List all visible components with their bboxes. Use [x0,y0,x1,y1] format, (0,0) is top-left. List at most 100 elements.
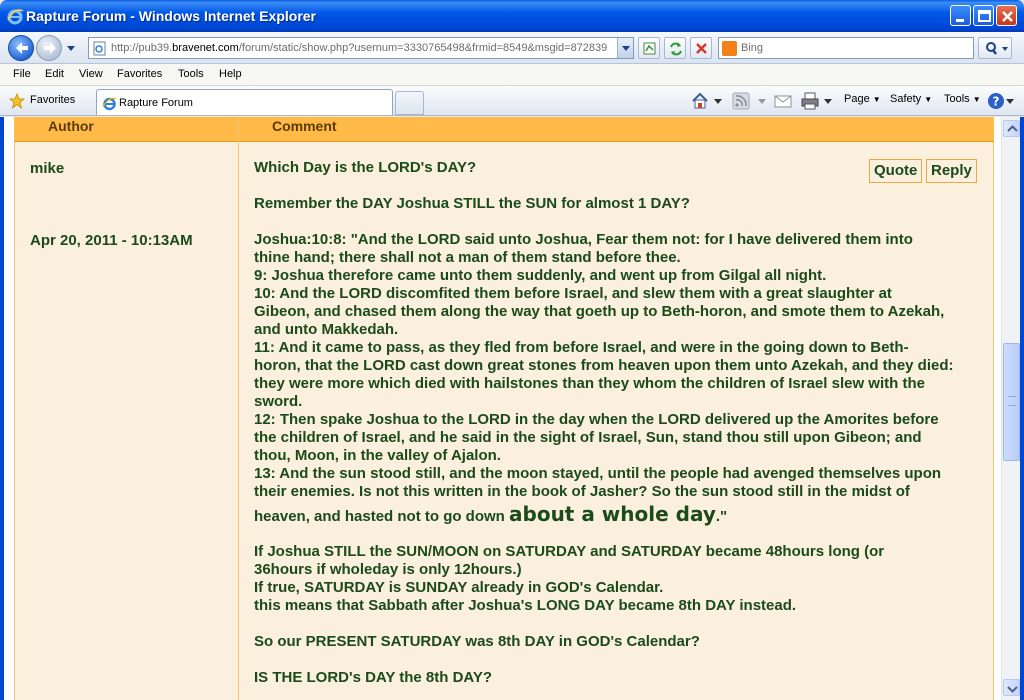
mail-icon[interactable] [774,93,792,109]
comment-column-header: Comment [272,118,337,134]
help-icon[interactable]: ? [987,92,1005,110]
tab-label: Rapture Forum [119,97,193,109]
address-dropdown[interactable] [617,38,633,58]
ie-icon [7,9,24,25]
emphasized-text: about a whole day [509,502,716,526]
post-line: heaven, and hasted not to go down about … [254,502,728,526]
stop-button[interactable] [690,37,712,59]
window-frame-left [0,117,4,700]
scroll-down-button[interactable] [1003,679,1020,696]
close-window-button[interactable] [996,5,1017,26]
post-line: this means that Sabbath after Joshua's L… [254,597,797,614]
help-dropdown-icon[interactable] [1006,97,1014,105]
search-button[interactable] [978,37,1012,59]
home-dropdown-icon[interactable] [714,97,722,105]
post-line: horon, that the LORD cast down great sto… [254,357,954,374]
favorites-button[interactable]: Favorites [30,94,75,106]
post-line: So our PRESENT SATURDAY was 8th DAY in G… [254,633,700,650]
post-line: 13: And the sun stood still, and the moo… [254,465,942,482]
title-bar[interactable]: Rapture Forum - Windows Internet Explore… [0,0,1024,32]
page-icon [93,41,106,56]
post-line: 12: Then spake Joshua to the LORD in the… [254,411,939,428]
page-viewport[interactable]: Author Comment mike Apr 20, 2011 - 10:13… [0,117,1024,700]
post-line: 36hours if wholeday is only 12hours.) [254,561,522,578]
post-subject: Which Day is the LORD's DAY? [254,159,477,176]
back-arrow-icon [16,42,28,54]
feeds-icon[interactable] [732,92,750,110]
minimize-icon [956,19,964,22]
post-line: thine hand; there shall not a man of the… [254,249,681,266]
forum-thread: Author Comment mike Apr 20, 2011 - 10:13… [14,117,994,700]
search-icon [986,42,1008,55]
back-button[interactable] [8,35,34,61]
history-dropdown-icon[interactable] [66,44,76,52]
post-line: thou, Moon, in the valley of Ajalon. [254,447,501,464]
vertical-scrollbar[interactable] [1001,117,1020,700]
window-title: Rapture Forum - Windows Internet Explore… [26,8,317,24]
chevron-down-icon [1007,686,1018,693]
post-line: Remember the DAY Joshua STILL the SUN fo… [254,195,690,212]
post-line: Gibeon, and chased them along the way th… [254,303,945,320]
post-line: IS THE LORD's DAY the 8th DAY? [254,669,493,686]
menu-view[interactable]: View [79,68,103,80]
menu-bar: File Edit View Favorites Tools Help [0,64,1024,86]
post-line: their enemies. Is not this written in th… [254,483,910,500]
maximize-icon [978,10,991,22]
post-line: Joshua:10:8: "And the LORD said unto Jos… [254,231,913,248]
column-divider [238,117,239,700]
stop-icon [696,43,707,54]
scroll-grip [1008,396,1016,406]
forward-arrow-icon [44,42,56,54]
safety-menu[interactable]: Safety ▼ [890,93,932,105]
ie-icon [102,97,117,111]
menu-tools[interactable]: Tools [178,68,204,80]
post-line: 9: Joshua therefore came unto them sudde… [254,267,827,284]
compatibility-icon [643,42,656,55]
page-menu[interactable]: Page ▼ [844,93,881,105]
tab-rapture-forum[interactable]: Rapture Forum [96,89,393,115]
menu-help[interactable]: Help [219,68,242,80]
feeds-dropdown-icon[interactable] [758,97,766,105]
url-text[interactable]: http://pub39.bravenet.com/forum/static/s… [111,42,611,54]
refresh-button[interactable] [664,37,686,59]
home-icon[interactable] [690,91,710,111]
chevron-down-icon [622,46,630,51]
post-line: they were more which died with hailstone… [254,375,925,392]
table-border-right [993,142,994,700]
compatibility-view-button[interactable] [638,37,660,59]
menu-favorites[interactable]: Favorites [117,68,162,80]
refresh-icon [670,42,682,56]
search-placeholder: Bing [741,42,764,54]
favorites-bar: Favorites Rapture Forum Page ▼ Safety ▼ To… [0,86,1024,116]
post-line: and unto Makkedah. [254,321,399,338]
favorites-star-icon[interactable] [9,93,25,109]
post-line: If Joshua STILL the SUN/MOON on SATURDAY… [254,543,885,560]
window-frame-right [1020,117,1024,700]
post-line: 10: And the LORD discomfited them before… [254,285,892,302]
bing-icon [722,41,737,56]
search-box[interactable]: Bing [718,37,974,59]
post-line: If true, SATURDAY is SUNDAY already in G… [254,579,664,596]
menu-edit[interactable]: Edit [45,68,64,80]
print-dropdown-icon[interactable] [824,97,832,105]
menu-file[interactable]: File [13,68,31,80]
print-icon[interactable] [800,91,820,111]
post-line: sword. [254,393,303,410]
minimize-button[interactable] [950,5,971,26]
close-icon [1002,11,1013,22]
new-tab-button[interactable] [395,91,424,115]
maximize-button[interactable] [973,5,994,26]
post-date: Apr 20, 2011 - 10:13AM [30,232,193,249]
scroll-up-button[interactable] [1003,120,1020,137]
address-toolbar: http://pub39.bravenet.com/forum/static/s… [0,32,1024,64]
chevron-up-icon [1007,125,1018,132]
address-field[interactable]: http://pub39.bravenet.com/forum/static/s… [88,37,634,59]
post-line: the children of Israel, and he said in t… [254,429,922,446]
table-border-left [14,142,15,700]
tools-menu[interactable]: Tools ▼ [944,93,981,105]
author-column-header: Author [48,118,94,134]
forward-button[interactable] [36,35,62,61]
post-line: 11: And it came to pass, as they fled fr… [254,339,909,356]
scroll-thumb[interactable] [1003,343,1020,461]
column-header: Author Comment [14,117,994,142]
